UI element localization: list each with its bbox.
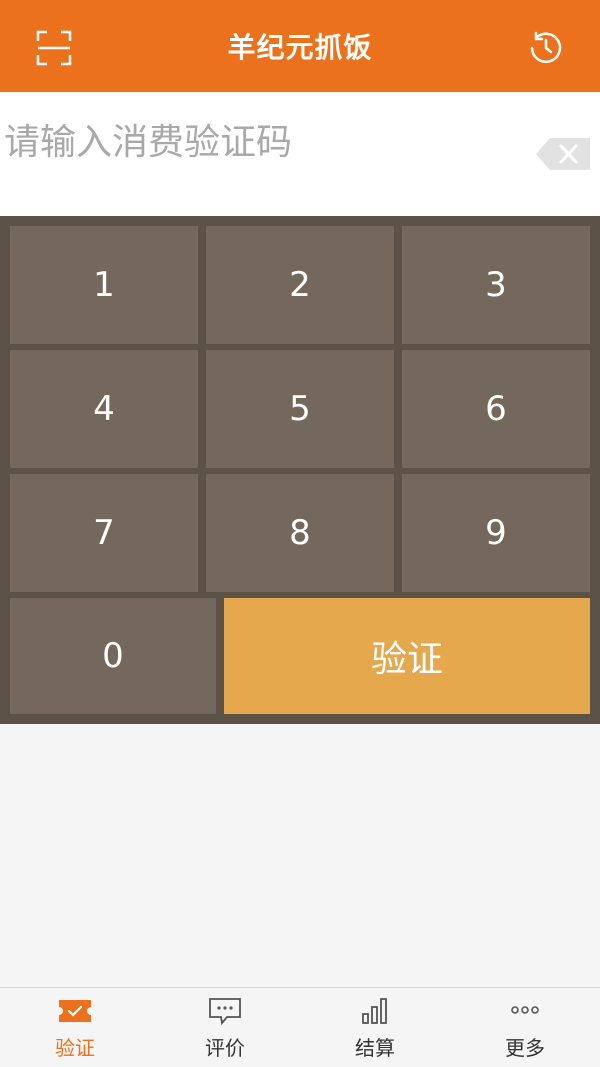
key-0[interactable]: 0 <box>10 598 216 714</box>
key-1[interactable]: 1 <box>10 226 198 344</box>
nav-item-review[interactable]: 评价 <box>150 988 300 1067</box>
key-4[interactable]: 4 <box>10 350 198 468</box>
number-keypad: 1 2 3 4 5 6 7 8 9 0 验证 <box>0 216 600 724</box>
page-title: 羊纪元抓饭 <box>227 31 373 64</box>
verification-code-input[interactable] <box>0 114 520 170</box>
nav-label-review: 评价 <box>205 1036 245 1060</box>
nav-label-more: 更多 <box>505 1036 545 1060</box>
more-dots-icon <box>511 1006 539 1014</box>
verify-button[interactable]: 验证 <box>224 598 590 714</box>
scan-icon[interactable] <box>36 30 72 66</box>
key-9[interactable]: 9 <box>402 474 590 592</box>
nav-item-more[interactable]: 更多 <box>450 988 600 1067</box>
bottom-nav: 验证 评价 结算 更多 <box>0 987 600 1067</box>
ticket-check-icon <box>59 1000 91 1022</box>
key-7[interactable]: 7 <box>10 474 198 592</box>
history-icon[interactable] <box>528 30 564 66</box>
backspace-icon[interactable] <box>536 136 592 172</box>
nav-label-settlement: 结算 <box>355 1036 395 1060</box>
comment-icon <box>209 998 241 1026</box>
key-3[interactable]: 3 <box>402 226 590 344</box>
key-5[interactable]: 5 <box>206 350 394 468</box>
code-input-area <box>0 92 600 216</box>
key-8[interactable]: 8 <box>206 474 394 592</box>
nav-item-verify[interactable]: 验证 <box>0 988 150 1067</box>
nav-label-verify: 验证 <box>55 1036 95 1060</box>
bar-chart-icon <box>362 998 387 1024</box>
key-2[interactable]: 2 <box>206 226 394 344</box>
nav-item-settlement[interactable]: 结算 <box>300 988 450 1067</box>
app-header: 羊纪元抓饭 <box>0 0 600 92</box>
key-6[interactable]: 6 <box>402 350 590 468</box>
